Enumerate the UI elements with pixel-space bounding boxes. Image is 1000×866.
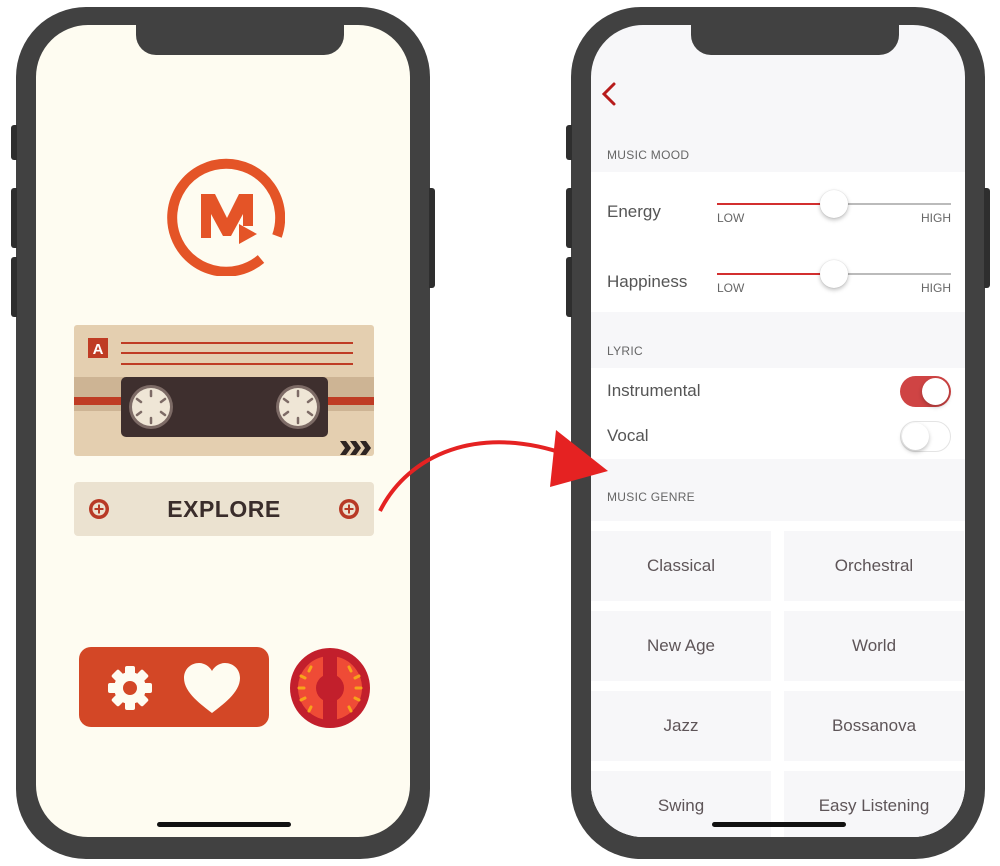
volume-up-button	[11, 188, 17, 248]
filter-screen: MUSIC MOOD Energy LOW HIGH Happiness LOW…	[591, 25, 965, 837]
music-mood-header: MUSIC MOOD	[607, 148, 690, 162]
slider-high-label: HIGH	[921, 211, 951, 225]
plus-circle-icon	[339, 499, 359, 519]
left-phone-frame: A EXPLORE	[11, 7, 435, 859]
genre-classical[interactable]: Classical	[591, 531, 771, 601]
reel-right-icon	[276, 385, 320, 429]
genre-easy-listening[interactable]: Easy Listening	[784, 771, 964, 837]
happiness-label: Happiness	[607, 272, 688, 291]
plus-circle-icon	[89, 499, 109, 519]
genre-bossanova[interactable]: Bossanova	[784, 691, 964, 761]
heart-icon[interactable]	[182, 661, 242, 715]
music-logo-icon	[167, 158, 285, 276]
slider-low-label: LOW	[717, 211, 745, 225]
energy-label: Energy	[607, 202, 661, 221]
explore-label: EXPLORE	[167, 495, 281, 522]
toggle-knob	[922, 378, 949, 405]
slider-thumb[interactable]	[820, 260, 848, 288]
volume-up-button	[566, 188, 572, 248]
lyric-panel: Instrumental Vocal	[591, 368, 965, 459]
genre-jazz[interactable]: Jazz	[591, 691, 771, 761]
power-button	[429, 188, 435, 288]
volume-down-button	[11, 257, 17, 317]
home-indicator[interactable]	[157, 822, 291, 827]
gear-icon[interactable]	[105, 663, 155, 713]
slider-fill	[717, 203, 834, 205]
toggle-knob	[902, 423, 929, 450]
volume-down-button	[566, 257, 572, 317]
chevron-left-icon[interactable]	[599, 81, 619, 107]
mute-switch	[566, 125, 572, 160]
explore-button[interactable]: EXPLORE	[74, 482, 374, 536]
notch	[136, 25, 344, 55]
lyric-header: LYRIC	[607, 344, 643, 358]
notch	[691, 25, 899, 55]
right-phone-frame: MUSIC MOOD Energy LOW HIGH Happiness LOW…	[566, 7, 990, 859]
vocal-toggle[interactable]	[900, 421, 951, 452]
genre-grid: Classical Orchestral New Age World Jazz …	[591, 521, 965, 837]
genre-swing[interactable]: Swing	[591, 771, 771, 837]
genre-world[interactable]: World	[784, 611, 964, 681]
power-button	[984, 188, 990, 288]
mute-switch	[11, 125, 17, 160]
genre-orchestral[interactable]: Orchestral	[784, 531, 964, 601]
home-indicator[interactable]	[712, 822, 846, 827]
side-a-label: A	[93, 341, 104, 358]
slider-high-label: HIGH	[921, 281, 951, 295]
cassette-tape-icon: A	[74, 325, 374, 456]
happiness-slider[interactable]: LOW HIGH	[717, 260, 951, 295]
genre-new-age[interactable]: New Age	[591, 611, 771, 681]
instrumental-label: Instrumental	[607, 381, 701, 400]
instrumental-toggle[interactable]	[900, 376, 951, 407]
action-group	[79, 647, 269, 727]
energy-slider[interactable]: LOW HIGH	[717, 190, 951, 225]
music-genre-header: MUSIC GENRE	[607, 490, 695, 504]
music-mood-panel: Energy LOW HIGH Happiness LOW HIGH	[591, 172, 965, 312]
slider-thumb[interactable]	[820, 190, 848, 218]
home-screen: A EXPLORE	[36, 25, 410, 837]
slider-low-label: LOW	[717, 281, 745, 295]
tomato-timer-icon[interactable]	[289, 647, 371, 729]
vocal-label: Vocal	[607, 426, 649, 445]
reel-left-icon	[129, 385, 173, 429]
slider-fill	[717, 273, 834, 275]
